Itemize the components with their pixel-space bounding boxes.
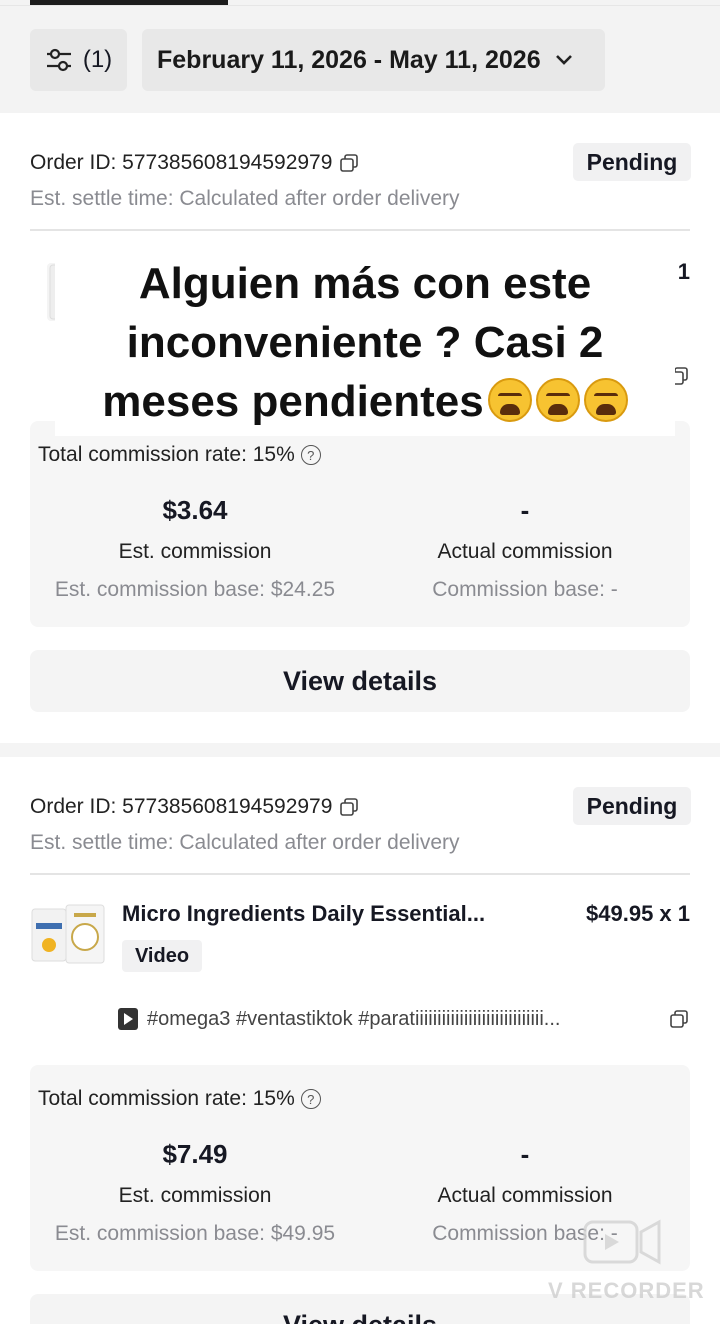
- copy-icon[interactable]: [670, 1010, 688, 1028]
- actual-commission-value: -: [520, 1139, 530, 1169]
- sliders-icon: [46, 48, 71, 72]
- actual-commission-label: Actual commission: [437, 1184, 613, 1207]
- est-commission-label: Est. commission: [118, 1184, 272, 1207]
- actual-commission-column: - Actual commission Commission base: -: [360, 495, 690, 602]
- est-commission-value: $7.49: [162, 1139, 228, 1169]
- video-caption-overlay: Alguien más con este inconveniente ? Cas…: [55, 246, 675, 436]
- divider: [0, 5, 720, 6]
- order-id: Order ID: 577385608194592979: [30, 795, 359, 819]
- product-name[interactable]: Micro Ingredients Daily Essential...: [122, 901, 485, 927]
- est-commission-column: $3.64 Est. commission Est. commission ba…: [30, 495, 360, 602]
- overlay-line-1: Alguien más con este: [138, 259, 592, 308]
- chevron-down-icon: [555, 55, 572, 65]
- commission-rate-text: Total commission rate: 15%: [38, 443, 295, 466]
- order-id: Order ID: 577385608194592979: [30, 151, 359, 175]
- settle-time: Est. settle time: Calculated after order…: [30, 831, 460, 854]
- commission-rate-text: Total commission rate: 15%: [38, 1087, 295, 1110]
- order-id-text: Order ID: 577385608194592979: [30, 151, 333, 174]
- weary-face-emoji-icon: [535, 378, 580, 422]
- question-circle-icon[interactable]: ?: [300, 445, 321, 465]
- est-commission-label: Est. commission: [118, 540, 272, 563]
- filter-button[interactable]: (1): [30, 29, 127, 91]
- video-caption[interactable]: #omega3 #ventastiktok #paratiiiiiiiiiiii…: [117, 1007, 560, 1031]
- copy-icon[interactable]: [340, 154, 359, 172]
- commission-rate: Total commission rate: 15% ?: [38, 1087, 321, 1111]
- video-tag: Video: [122, 940, 202, 972]
- commission-rate: Total commission rate: 15% ?: [38, 443, 321, 467]
- est-commission-base: Est. commission base: $49.95: [54, 1222, 336, 1245]
- order-id-text: Order ID: 577385608194592979: [30, 795, 333, 818]
- status-badge: Pending: [573, 143, 691, 181]
- actual-commission-base: Commission base: -: [432, 578, 618, 601]
- overlay-line-2: inconveniente ? Casi 2: [126, 318, 604, 367]
- divider: [30, 873, 690, 875]
- product-thumbnail[interactable]: [30, 903, 108, 967]
- est-commission-base: Est. commission base: $24.25: [54, 578, 336, 601]
- settle-time: Est. settle time: Calculated after order…: [30, 187, 460, 210]
- copy-icon[interactable]: [340, 798, 359, 816]
- filter-count: (1): [82, 46, 113, 73]
- overlay-line-3: meses pendientes: [102, 377, 484, 426]
- actual-commission-label: Actual commission: [437, 540, 613, 563]
- date-range-dropdown[interactable]: February 11, 2026 - May 11, 2026: [142, 29, 605, 91]
- commission-summary: Total commission rate: 15% ? $3.64 Est. …: [30, 421, 690, 627]
- recorder-camera-icon: [583, 1219, 661, 1265]
- view-details-button[interactable]: View details: [30, 650, 690, 712]
- video-play-icon: [118, 1008, 138, 1030]
- question-circle-icon[interactable]: ?: [300, 1089, 321, 1109]
- recorder-watermark: V RECORDER: [548, 1278, 705, 1303]
- hashtags-text: #omega3 #ventastiktok #paratiiiiiiiiiiii…: [147, 1007, 561, 1030]
- weary-face-emoji-icon: [583, 378, 628, 422]
- est-commission-column: $7.49 Est. commission Est. commission ba…: [30, 1139, 360, 1246]
- divider: [30, 229, 690, 231]
- actual-commission-value: -: [520, 495, 530, 525]
- status-badge: Pending: [573, 787, 691, 825]
- product-price: $49.95 x 1: [586, 901, 690, 926]
- date-range-label: February 11, 2026 - May 11, 2026: [157, 45, 541, 74]
- filter-bar: (1) February 11, 2026 - May 11, 2026: [0, 0, 720, 113]
- est-commission-value: $3.64: [162, 495, 228, 525]
- overlay-line-3-wrap: meses pendientes: [55, 372, 675, 431]
- weary-face-emoji-icon: [487, 378, 532, 422]
